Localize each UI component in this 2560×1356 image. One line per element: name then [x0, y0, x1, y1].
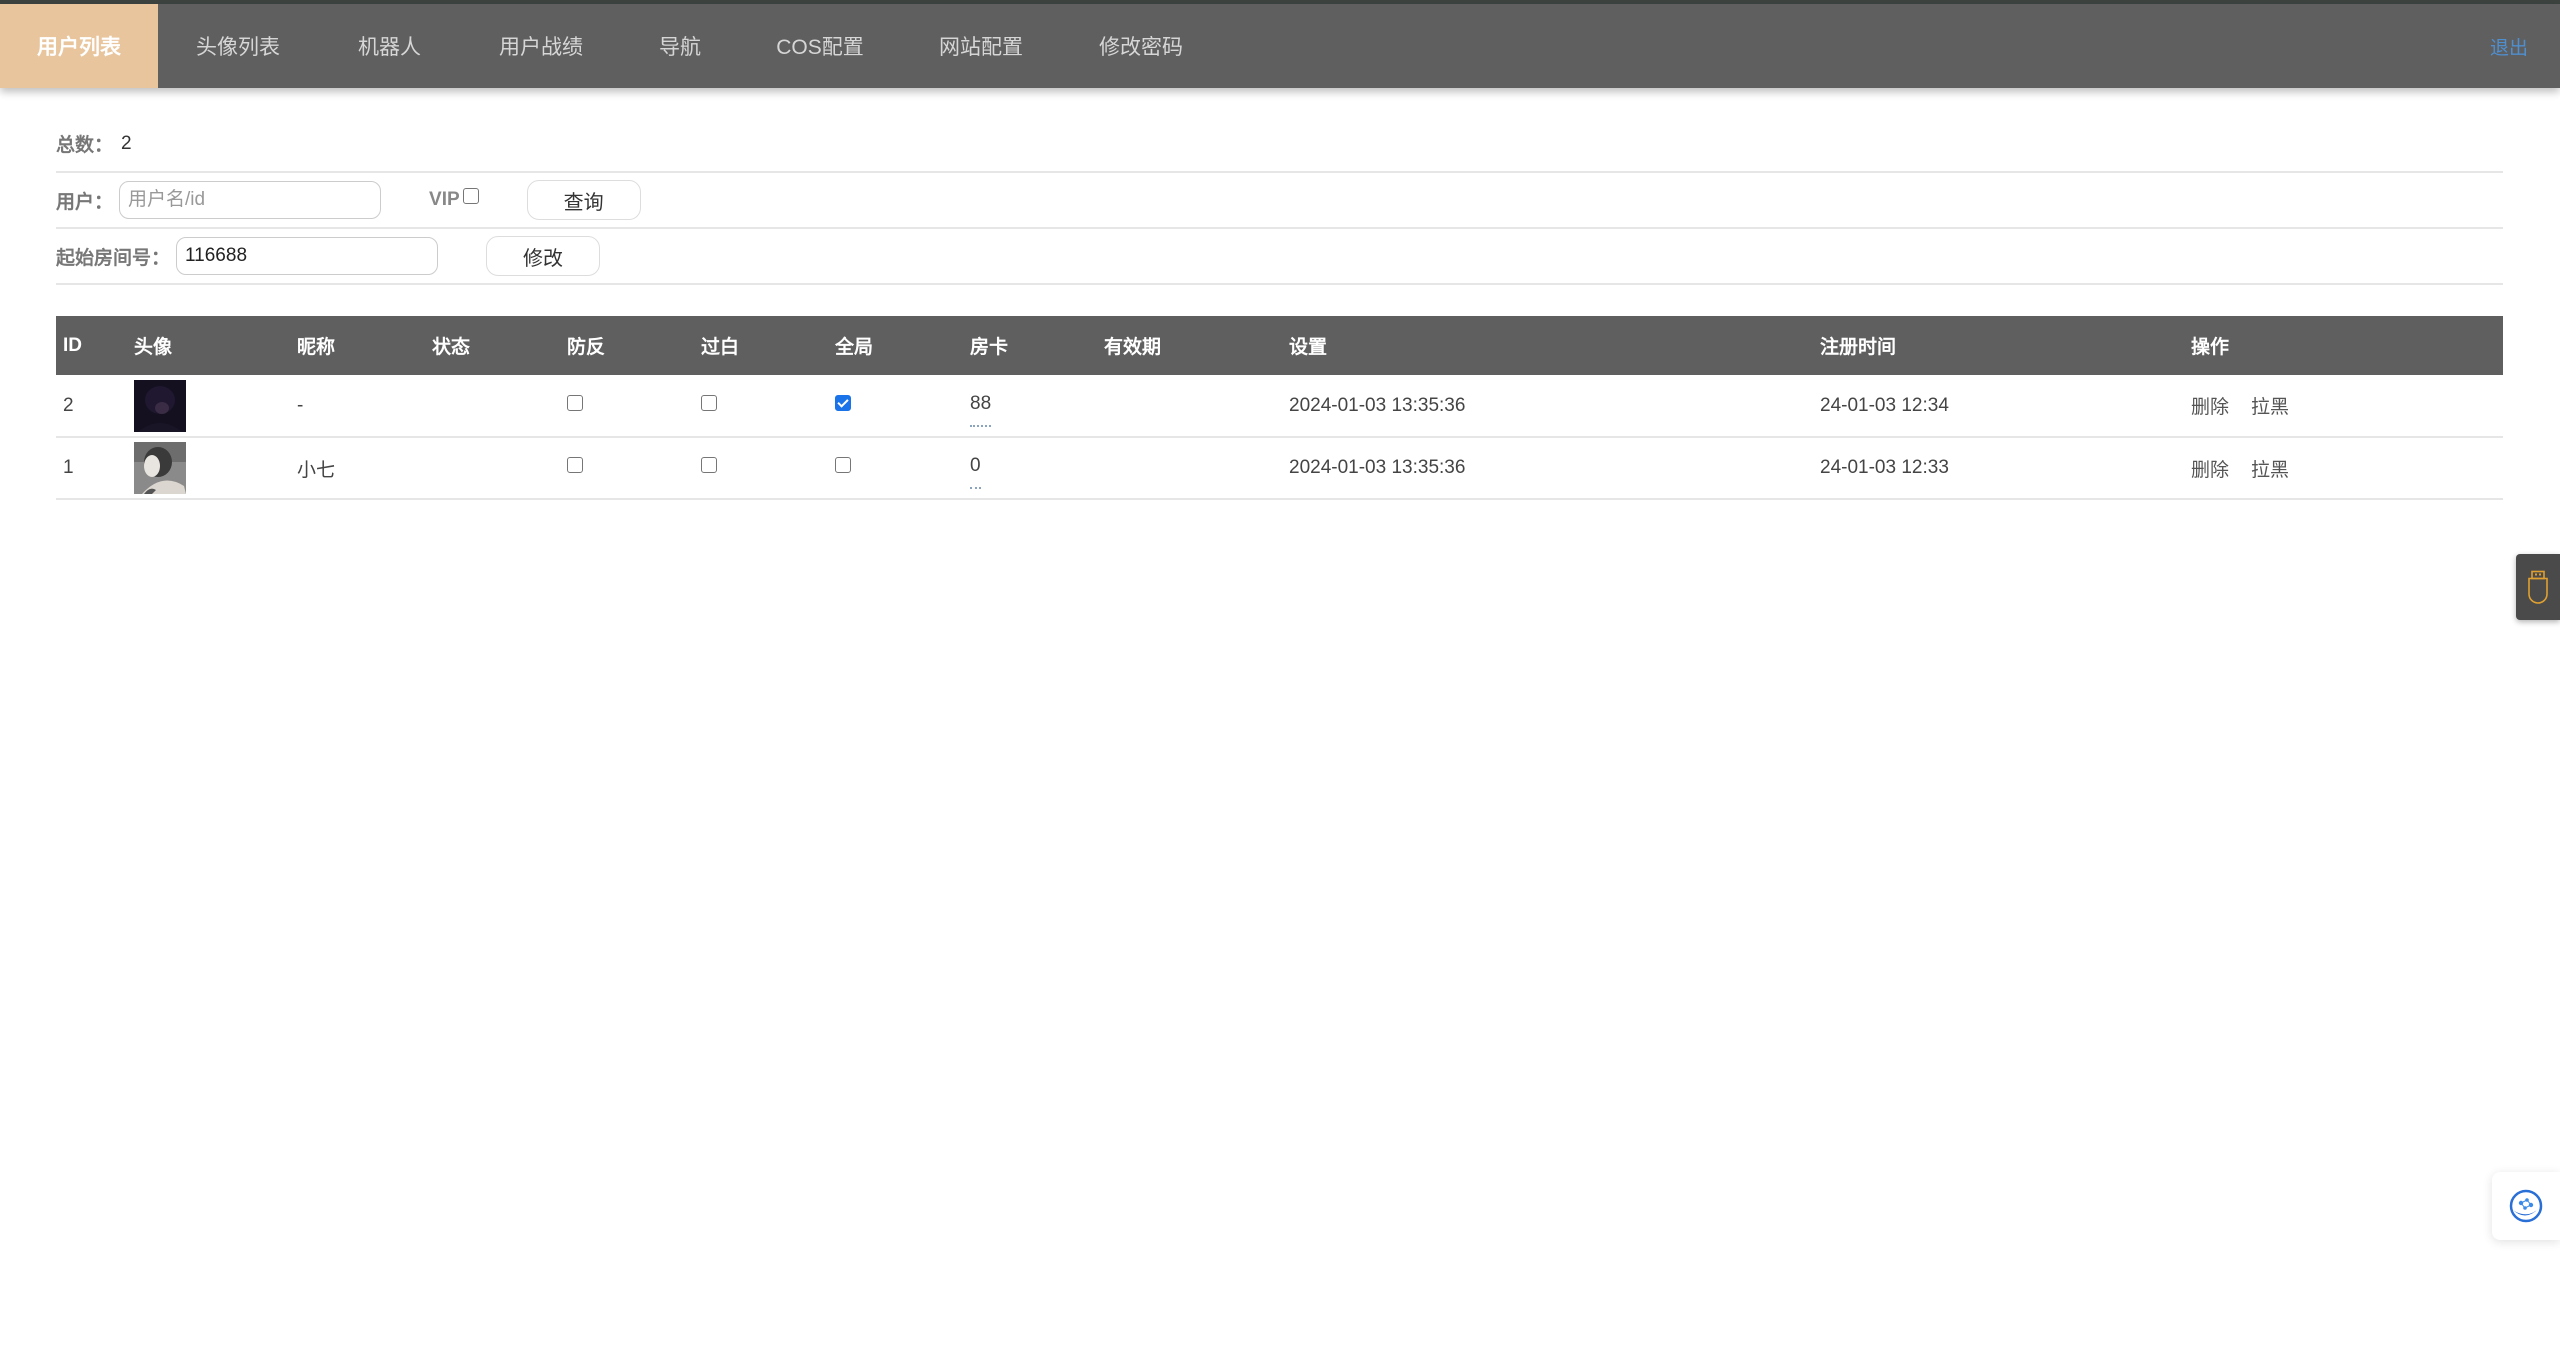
cell-nickname: 小七 — [290, 437, 425, 500]
col-anti-reverse: 防反 — [560, 316, 694, 375]
col-nickname: 昵称 — [290, 316, 425, 375]
nav-user-list[interactable]: 用户列表 — [0, 4, 158, 88]
top-nav: 用户列表 头像列表 机器人 用户战绩 导航 COS配置 网站配置 修改密码 退出 — [0, 4, 2560, 88]
user-search-input[interactable] — [119, 181, 382, 219]
cell-global — [828, 437, 963, 500]
cell-settings: 2024-01-03 13:35:36 — [1282, 375, 1813, 438]
nav-navigation[interactable]: 导航 — [621, 4, 739, 88]
total-label: 总数： — [56, 135, 114, 156]
query-button[interactable]: 查询 — [526, 180, 641, 220]
floating-assistant-widget[interactable] — [2492, 1172, 2560, 1240]
assistant-icon — [2509, 1189, 2543, 1223]
blacklist-button[interactable]: 拉黑 — [2251, 460, 2289, 481]
col-global: 全局 — [828, 316, 963, 375]
avatar-image[interactable] — [134, 442, 186, 494]
col-actions: 操作 — [2184, 316, 2503, 375]
vip-label: VIP — [429, 189, 460, 210]
cell-room-card: 88 — [963, 375, 1097, 438]
global-checkbox[interactable] — [835, 394, 851, 411]
cell-id: 1 — [56, 437, 127, 500]
col-pass-white: 过白 — [694, 316, 828, 375]
pass-white-checkbox[interactable] — [701, 394, 717, 411]
nav-site-config[interactable]: 网站配置 — [901, 4, 1061, 88]
nav-change-password[interactable]: 修改密码 — [1061, 4, 1221, 88]
total-value: 2 — [121, 132, 132, 154]
table-header: ID 头像 昵称 状态 防反 过白 全局 房卡 有效期 设置 注册时间 操作 — [56, 316, 2503, 375]
cell-register-time: 24-01-03 12:33 — [1813, 437, 2184, 500]
table-row: 1 小七 0 2024-01-03 13:35:36 24-01-03 12:3… — [56, 437, 2503, 500]
table-row: 2 - 88 2024-01-03 13:35:36 24-01-03 12:3… — [56, 375, 2503, 438]
room-card-value[interactable]: 0 — [970, 455, 981, 489]
cell-pass-white — [694, 375, 828, 438]
user-label: 用户： — [56, 191, 114, 213]
avatar-image[interactable] — [134, 379, 186, 432]
pass-white-checkbox[interactable] — [701, 457, 717, 473]
nav-user-records[interactable]: 用户战绩 — [461, 4, 621, 88]
start-room-label: 起始房间号： — [56, 247, 171, 269]
floating-usb-widget[interactable] — [2516, 554, 2560, 620]
cell-id: 2 — [56, 375, 127, 438]
col-register-time: 注册时间 — [1813, 316, 2184, 375]
cell-pass-white — [694, 437, 828, 500]
col-status: 状态 — [425, 316, 560, 375]
cell-status — [425, 437, 560, 500]
cell-status — [425, 375, 560, 438]
anti-reverse-checkbox[interactable] — [567, 394, 583, 411]
cell-anti-reverse — [560, 437, 694, 500]
logout-link[interactable]: 退出 — [2490, 4, 2528, 88]
blacklist-button[interactable]: 拉黑 — [2251, 397, 2289, 418]
col-avatar: 头像 — [127, 316, 290, 375]
cell-validity — [1097, 375, 1282, 438]
col-validity: 有效期 — [1097, 316, 1282, 375]
modify-button[interactable]: 修改 — [486, 236, 601, 276]
cell-global — [828, 375, 963, 438]
cell-avatar — [127, 437, 290, 500]
cell-actions: 删除 拉黑 — [2184, 375, 2503, 438]
search-row: 用户： VIP 查询 — [56, 173, 2503, 229]
nav-avatar-list[interactable]: 头像列表 — [158, 4, 318, 88]
cell-nickname: - — [290, 375, 425, 438]
nav-cos-config[interactable]: COS配置 — [739, 4, 901, 88]
room-row: 起始房间号： 修改 — [56, 229, 2503, 285]
cell-validity — [1097, 437, 1282, 500]
cell-actions: 删除 拉黑 — [2184, 437, 2503, 500]
vip-checkbox[interactable] — [462, 188, 479, 204]
col-room-card: 房卡 — [963, 316, 1097, 375]
usb-drive-icon — [2528, 570, 2548, 604]
cell-anti-reverse — [560, 375, 694, 438]
main-content: 总数： 2 用户： VIP 查询 起始房间号： 修改 ID 头像 昵称 状态 防… — [56, 116, 2503, 500]
col-id: ID — [56, 316, 127, 375]
col-settings: 设置 — [1282, 316, 1813, 375]
start-room-input[interactable] — [176, 237, 439, 275]
delete-button[interactable]: 删除 — [2191, 460, 2229, 481]
nav-robot[interactable]: 机器人 — [318, 4, 461, 88]
cell-room-card: 0 — [963, 437, 1097, 500]
user-table: ID 头像 昵称 状态 防反 过白 全局 房卡 有效期 设置 注册时间 操作 2 — [56, 316, 2503, 500]
anti-reverse-checkbox[interactable] — [567, 457, 583, 473]
delete-button[interactable]: 删除 — [2191, 397, 2229, 418]
cell-settings: 2024-01-03 13:35:36 — [1282, 437, 1813, 500]
room-card-value[interactable]: 88 — [970, 393, 992, 427]
global-checkbox[interactable] — [835, 457, 851, 473]
summary-row: 总数： 2 — [56, 116, 2503, 173]
cell-register-time: 24-01-03 12:34 — [1813, 375, 2184, 438]
cell-avatar — [127, 375, 290, 438]
